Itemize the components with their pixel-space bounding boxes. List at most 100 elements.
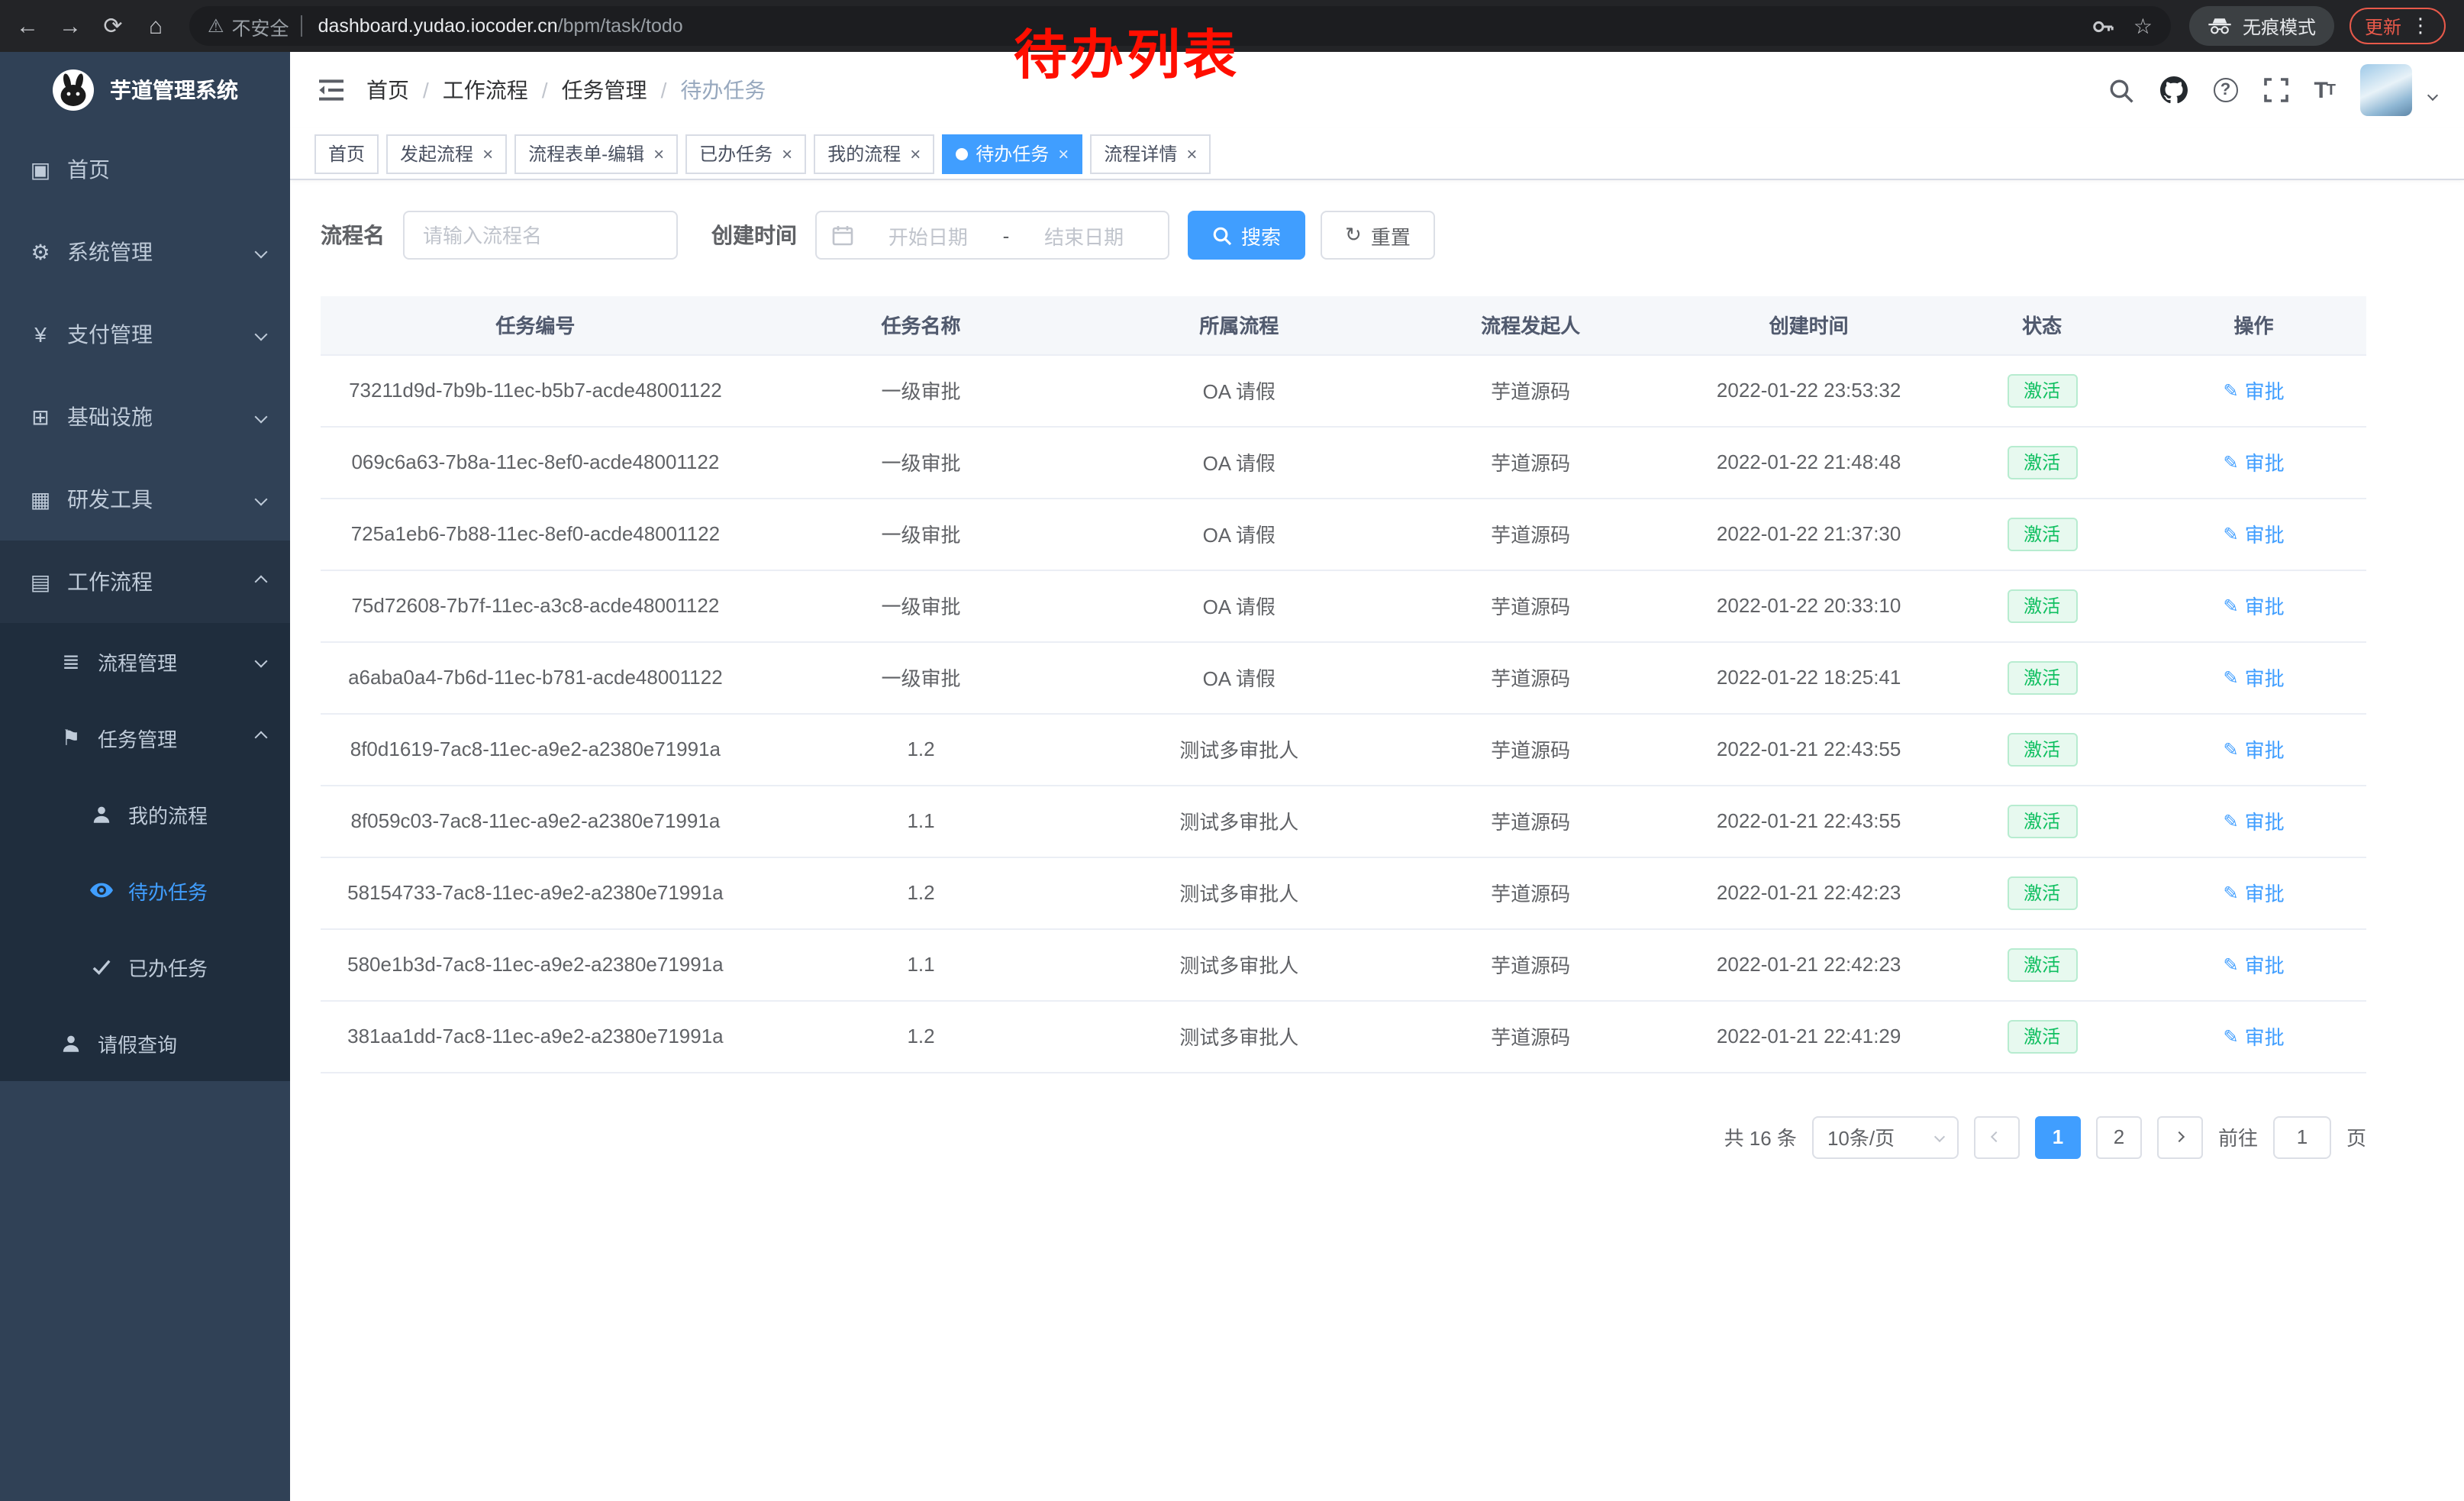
approve-link[interactable]: ✎ 审批 — [2223, 734, 2284, 763]
approve-link[interactable]: ✎ 审批 — [2223, 1022, 2284, 1051]
cell-status: 激活 — [1943, 857, 2141, 928]
table-row[interactable]: 580e1b3d-7ac8-11ec-a9e2-a2380e71991a 1.1… — [321, 928, 2366, 1000]
next-page-button[interactable] — [2157, 1115, 2203, 1158]
key-icon[interactable] — [2092, 15, 2115, 37]
sidebar-item-dev-tools[interactable]: ▦ 研发工具 — [0, 458, 290, 541]
breadcrumb-home[interactable]: 首页 — [366, 75, 409, 105]
date-range-picker[interactable]: 开始日期 - 结束日期 — [815, 211, 1169, 260]
sidebar-item-payment-mgmt[interactable]: ¥ 支付管理 — [0, 293, 290, 376]
sidebar-item-done-task[interactable]: 已办任务 — [0, 928, 290, 1005]
update-button[interactable]: 更新 ⋮ — [2350, 8, 2446, 44]
sidebar-item-task-mgmt[interactable]: ⚑ 任务管理 — [0, 699, 290, 776]
tab-my-process[interactable]: 我的流程 × — [814, 134, 934, 173]
refresh-icon[interactable]: ⟳ — [92, 12, 134, 40]
fullscreen-icon[interactable] — [2263, 78, 2288, 102]
close-icon[interactable]: × — [780, 143, 792, 164]
monitor-icon: ⊞ — [27, 404, 53, 430]
table-row[interactable]: 381aa1dd-7ac8-11ec-a9e2-a2380e71991a 1.2… — [321, 1000, 2366, 1072]
close-icon[interactable]: × — [652, 143, 664, 164]
tab-process-detail[interactable]: 流程详情 × — [1090, 134, 1211, 173]
prev-page-button[interactable] — [1974, 1115, 2020, 1158]
sidebar-item-my-process[interactable]: 我的流程 — [0, 776, 290, 852]
url-text: dashboard.yudao.iocoder.cn/bpm/task/todo — [318, 15, 683, 37]
tab-label: 已办任务 — [699, 140, 772, 166]
close-icon[interactable]: × — [1185, 143, 1197, 164]
breadcrumb-workflow[interactable]: 工作流程 — [443, 75, 528, 105]
chevron-down-icon — [256, 247, 266, 257]
approve-link[interactable]: ✎ 审批 — [2223, 376, 2284, 405]
approve-link[interactable]: ✎ 审批 — [2223, 447, 2284, 476]
table-row[interactable]: 58154733-7ac8-11ec-a9e2-a2380e71991a 1.2… — [321, 857, 2366, 928]
forward-icon[interactable]: → — [49, 13, 92, 39]
chevron-right-icon — [2175, 1131, 2185, 1142]
table-row[interactable]: 069c6a63-7b8a-11ec-8ef0-acde48001122 一级审… — [321, 426, 2366, 498]
sidebar-item-workflow[interactable]: ▤ 工作流程 — [0, 541, 290, 623]
sidebar-item-process-mgmt[interactable]: ≣ 流程管理 — [0, 623, 290, 699]
browser-menu-icon[interactable]: ⋮ — [2411, 14, 2430, 38]
table-row[interactable]: 75d72608-7b7f-11ec-a3c8-acde48001122 一级审… — [321, 570, 2366, 641]
cell-task-id: 381aa1dd-7ac8-11ec-a9e2-a2380e71991a — [321, 1000, 750, 1072]
home-icon[interactable]: ⌂ — [134, 13, 177, 39]
incognito-badge: 无痕模式 — [2189, 6, 2334, 46]
cell-initiator: 芋道源码 — [1386, 570, 1675, 641]
github-icon[interactable] — [2159, 76, 2187, 104]
cell-task-name: 1.1 — [750, 785, 1092, 857]
page-button-1[interactable]: 1 — [2035, 1115, 2081, 1158]
edit-icon: ✎ — [2223, 451, 2238, 473]
close-icon[interactable]: × — [481, 143, 493, 164]
cell-task-id: 75d72608-7b7f-11ec-a3c8-acde48001122 — [321, 570, 750, 641]
user-menu-caret-icon[interactable] — [2429, 79, 2437, 107]
avatar[interactable] — [2360, 64, 2412, 116]
page-size-select[interactable]: 10条/页 — [1812, 1115, 1959, 1158]
sidebar-item-infrastructure[interactable]: ⊞ 基础设施 — [0, 376, 290, 458]
tab-todo-task[interactable]: 待办任务 × — [942, 134, 1082, 173]
goto-page-input[interactable] — [2273, 1115, 2331, 1158]
approve-link[interactable]: ✎ 审批 — [2223, 663, 2284, 692]
table-row[interactable]: 725a1eb6-7b88-11ec-8ef0-acde48001122 一级审… — [321, 498, 2366, 570]
cell-action: ✎ 审批 — [2141, 785, 2366, 857]
sidebar-item-home[interactable]: ▣ 首页 — [0, 128, 290, 211]
help-icon[interactable]: ? — [2213, 78, 2237, 102]
table-header-row: 任务编号 任务名称 所属流程 流程发起人 创建时间 状态 操作 — [321, 296, 2366, 354]
approve-link[interactable]: ✎ 审批 — [2223, 806, 2284, 835]
security-label[interactable]: 不安全 — [232, 11, 289, 40]
breadcrumb-task-mgmt[interactable]: 任务管理 — [562, 75, 647, 105]
cell-created-time: 2022-01-22 20:33:10 — [1675, 570, 1943, 641]
collapse-menu-icon[interactable] — [318, 78, 345, 102]
back-icon[interactable]: ← — [6, 13, 49, 39]
table-row[interactable]: 73211d9d-7b9b-11ec-b5b7-acde48001122 一级审… — [321, 354, 2366, 426]
table-row[interactable]: 8f059c03-7ac8-11ec-a9e2-a2380e71991a 1.1… — [321, 785, 2366, 857]
font-size-icon[interactable]: TT — [2314, 77, 2334, 103]
approve-link[interactable]: ✎ 审批 — [2223, 950, 2284, 979]
approve-link[interactable]: ✎ 审批 — [2223, 519, 2284, 548]
cell-action: ✎ 审批 — [2141, 857, 2366, 928]
tab-home[interactable]: 首页 — [314, 134, 379, 173]
close-icon[interactable]: × — [1056, 143, 1069, 164]
app-logo[interactable]: 芋道管理系统 — [0, 52, 290, 128]
search-button[interactable]: 搜索 — [1188, 211, 1305, 260]
breadcrumb-separator: / — [423, 78, 429, 102]
cell-created-time: 2022-01-21 22:42:23 — [1675, 928, 1943, 1000]
chevron-down-icon — [256, 657, 266, 666]
table-row[interactable]: a6aba0a4-7b6d-11ec-b781-acde48001122 一级审… — [321, 641, 2366, 713]
sidebar-item-leave-query[interactable]: 请假查询 — [0, 1005, 290, 1081]
tab-start-process[interactable]: 发起流程 × — [386, 134, 507, 173]
process-name-input[interactable] — [403, 211, 678, 260]
col-action: 操作 — [2141, 296, 2366, 354]
sidebar-item-system-mgmt[interactable]: ⚙ 系统管理 — [0, 211, 290, 293]
sidebar-item-todo-task[interactable]: 待办任务 — [0, 852, 290, 928]
approve-link[interactable]: ✎ 审批 — [2223, 878, 2284, 907]
page-button-2[interactable]: 2 — [2096, 1115, 2142, 1158]
close-icon[interactable]: × — [908, 143, 921, 164]
col-status: 状态 — [1943, 296, 2141, 354]
cell-task-id: 580e1b3d-7ac8-11ec-a9e2-a2380e71991a — [321, 928, 750, 1000]
cell-created-time: 2022-01-21 22:43:55 — [1675, 785, 1943, 857]
reset-button[interactable]: ↻ 重置 — [1321, 211, 1435, 260]
approve-link[interactable]: ✎ 审批 — [2223, 591, 2284, 620]
tab-done-task[interactable]: 已办任务 × — [685, 134, 806, 173]
bookmark-star-icon[interactable]: ☆ — [2133, 13, 2153, 39]
search-icon[interactable] — [2108, 77, 2133, 103]
url-path: /bpm/task/todo — [558, 15, 683, 37]
tab-form-edit[interactable]: 流程表单-编辑 × — [514, 134, 678, 173]
table-row[interactable]: 8f0d1619-7ac8-11ec-a9e2-a2380e71991a 1.2… — [321, 713, 2366, 785]
